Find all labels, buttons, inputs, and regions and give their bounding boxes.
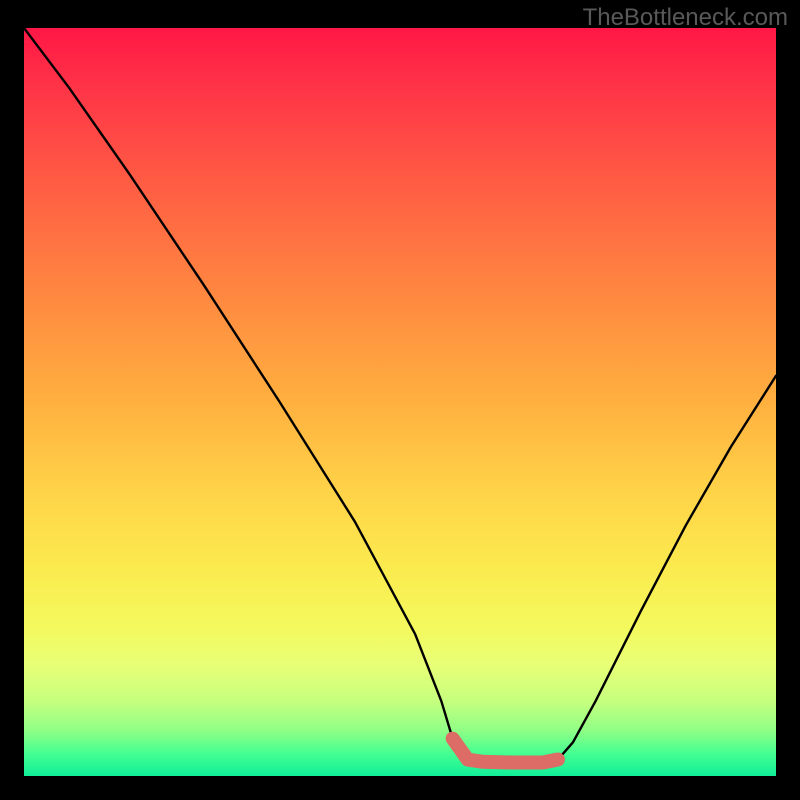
chart-svg — [24, 28, 776, 776]
plot-area — [24, 28, 776, 776]
curve-group — [24, 28, 776, 763]
watermark-text: TheBottleneck.com — [583, 4, 788, 32]
chart-canvas: TheBottleneck.com — [0, 0, 800, 800]
flat-segment — [453, 739, 558, 763]
main-curve — [24, 28, 776, 763]
